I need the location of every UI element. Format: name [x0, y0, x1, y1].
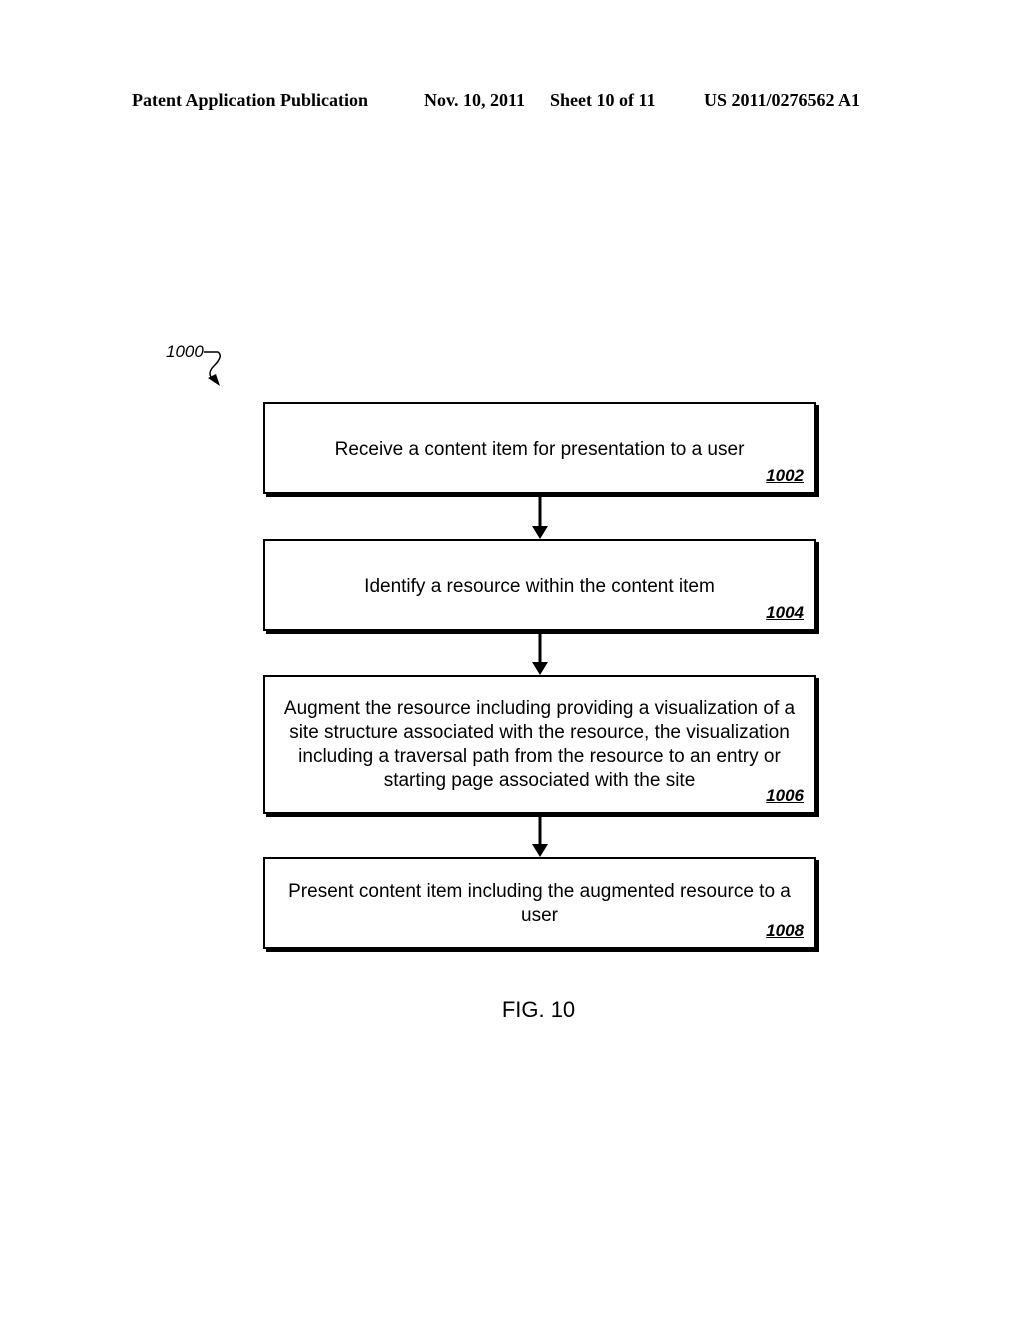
- step-number: 1008: [766, 921, 804, 940]
- step-box-1008: Present content item including the augme…: [263, 857, 816, 949]
- step-number: 1002: [766, 466, 804, 485]
- step-text: Augment the resource including providing…: [283, 698, 796, 791]
- step-number: 1006: [766, 786, 804, 805]
- reference-squiggle-arrow: [204, 351, 221, 381]
- arrowhead-1006: [532, 662, 548, 675]
- arrowhead-1008: [532, 844, 548, 857]
- flow-connectors: [204, 351, 548, 857]
- arrowhead-1004: [532, 526, 548, 539]
- step-box-1004: Identify a resource within the content i…: [263, 539, 816, 631]
- figure-caption: FIG. 10: [501, 997, 576, 1022]
- step-box-1002: Receive a content item for presentation …: [263, 402, 816, 494]
- step-box-1006: Augment the resource including providing…: [263, 675, 816, 814]
- step-text: Receive a content item for presentation …: [334, 439, 745, 460]
- step-text: Present content item including the augme…: [288, 881, 791, 926]
- step-text: Identify a resource within the content i…: [364, 576, 715, 597]
- step-number: 1004: [766, 603, 804, 622]
